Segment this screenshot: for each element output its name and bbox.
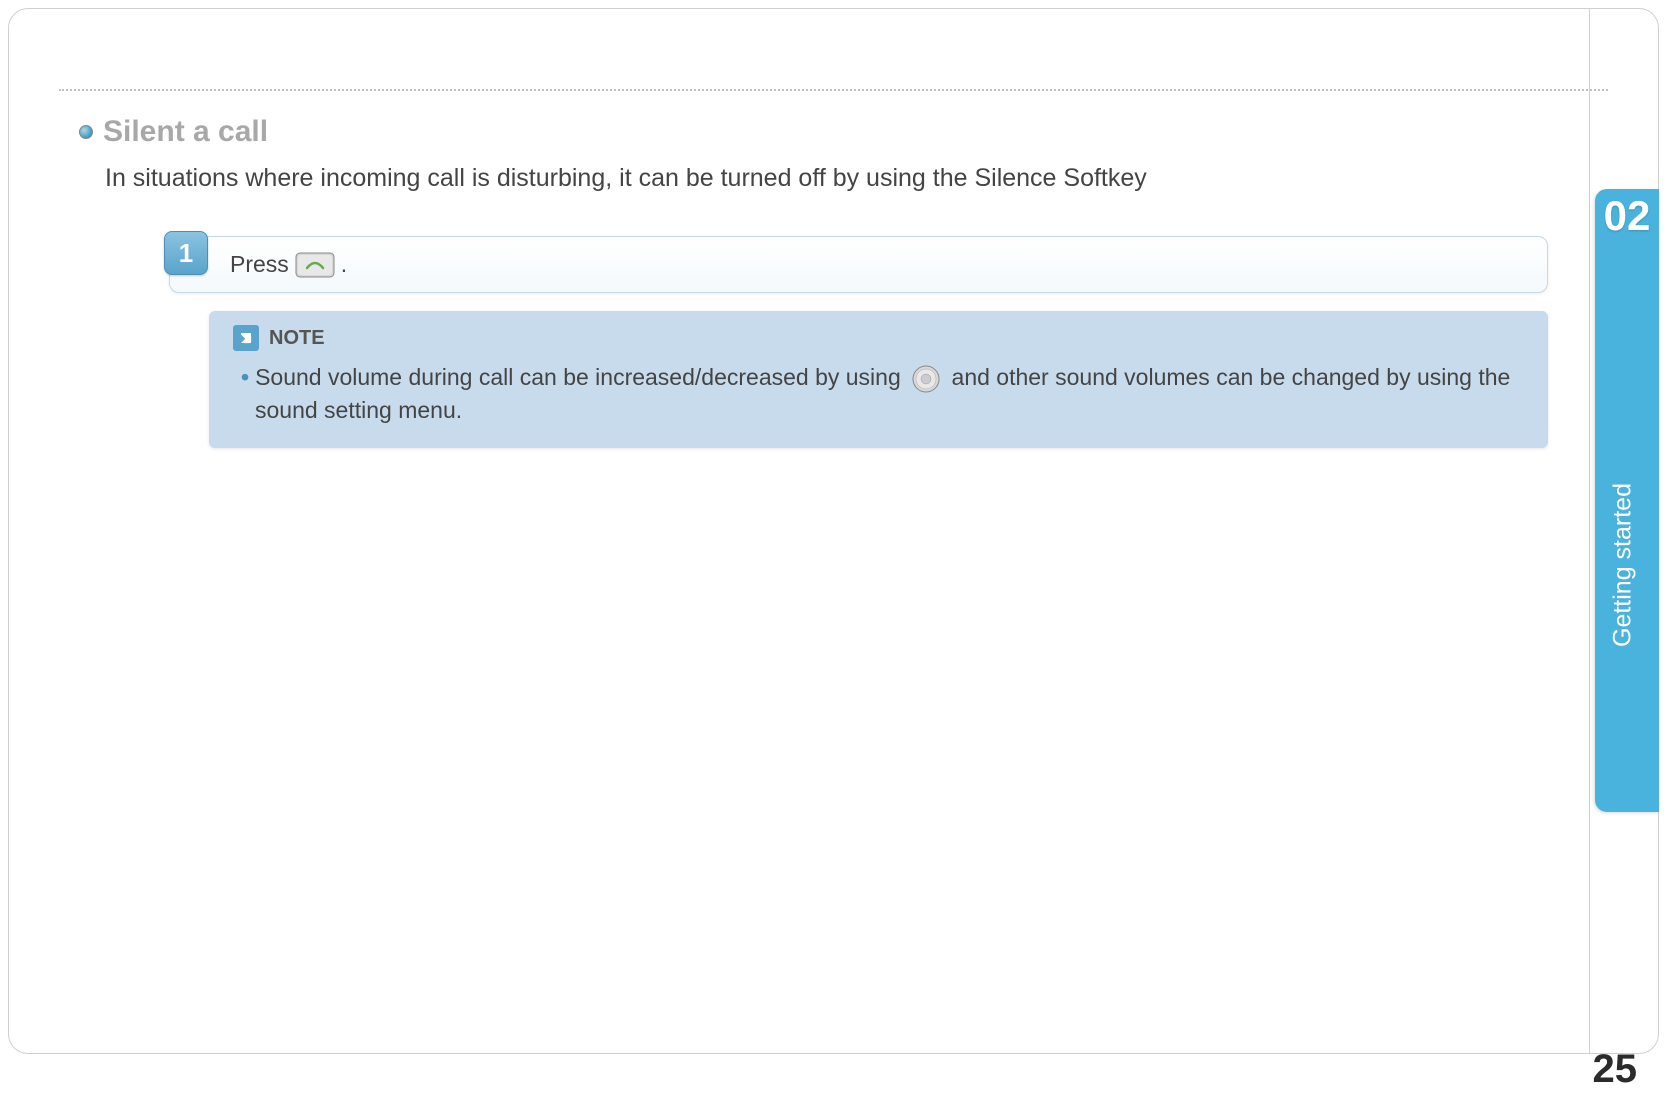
note-header: NOTE — [233, 325, 1524, 351]
chapter-label: Getting started — [1609, 483, 1638, 647]
chapter-label-wrapper: Getting started — [1595, 337, 1659, 792]
section-title: Silent a call — [103, 115, 268, 149]
vertical-divider — [1589, 9, 1590, 1053]
side-tab: 02 Getting started — [1595, 189, 1659, 812]
step-container: 1 Press . — [169, 236, 1548, 448]
step-text-after: . — [341, 251, 347, 278]
step-text-before: Press — [230, 251, 289, 278]
note-box: NOTE •Sound volume during call can be in… — [209, 311, 1548, 448]
note-bullet: • — [241, 364, 249, 390]
volume-wheel-icon — [911, 364, 941, 394]
content-area: Silent a call In situations where incomi… — [9, 9, 1658, 448]
note-arrow-icon — [233, 325, 259, 351]
chapter-number: 02 — [1595, 189, 1659, 237]
dotted-divider — [59, 89, 1608, 91]
phone-softkey-icon — [295, 252, 335, 278]
step-box: 1 Press . — [169, 236, 1548, 293]
bullet-icon — [79, 125, 93, 139]
section-description: In situations where incoming call is dis… — [105, 161, 1608, 196]
note-text-part1: Sound volume during call can be increase… — [255, 364, 901, 390]
note-label: NOTE — [269, 327, 325, 350]
note-body: •Sound volume during call can be increas… — [233, 361, 1524, 426]
section-title-row: Silent a call — [79, 115, 1608, 149]
page-frame: Silent a call In situations where incomi… — [8, 8, 1659, 1054]
page-number: 25 — [1593, 1047, 1638, 1092]
step-number-badge: 1 — [164, 231, 208, 275]
